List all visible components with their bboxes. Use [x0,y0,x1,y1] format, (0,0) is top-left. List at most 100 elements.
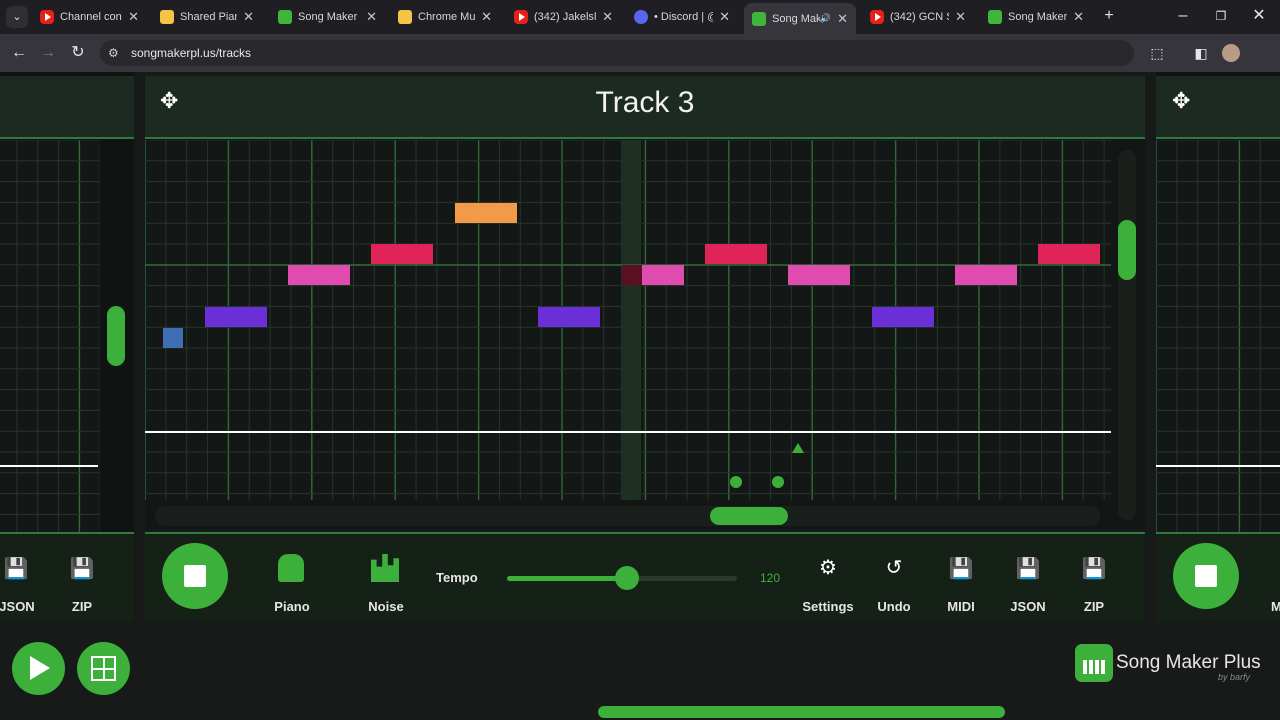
close-window-icon[interactable]: ✕ [1248,5,1270,27]
move-track-icon[interactable]: ✥ [160,88,178,114]
shared-piano-icon [160,10,174,24]
tempo-label: Tempo [436,570,478,585]
song-maker-icon [278,10,292,24]
left-scrollbar-thumb[interactable] [107,306,125,366]
note-block[interactable] [622,265,642,285]
note-block[interactable] [1038,244,1100,264]
chrome-music-lab-icon [398,10,412,24]
song-maker-icon [752,11,766,26]
browser-tab[interactable]: Chrome Musi ✕ [390,4,500,30]
note-block[interactable] [788,265,850,285]
note-block[interactable] [371,244,433,264]
piano-label[interactable]: Piano [252,599,332,614]
note-block[interactable] [642,265,684,285]
playhead-column [621,140,641,500]
note-block[interactable] [205,307,267,327]
right-track-grid [1156,140,1280,532]
zip-label[interactable]: ZIP [1054,599,1134,614]
browser-tab[interactable]: Shared Piano ✕ [152,4,262,30]
percussion-dot[interactable] [772,476,784,488]
note-grid[interactable] [145,140,1111,500]
noise-label[interactable]: Noise [346,599,426,614]
browser-tab[interactable]: Song Maker P ✕ [270,4,385,30]
tab-label: (342) JakelsN [534,11,597,23]
tab-search-icon[interactable]: ⌄ [6,6,28,28]
back-icon[interactable]: ← [8,42,30,64]
grid-icon [91,656,116,681]
tempo-value: 120 [760,571,781,585]
piano-icon[interactable] [278,554,304,582]
tab-label: Chrome Musi [418,11,476,23]
reload-icon[interactable]: ↻ [67,42,89,64]
logo-keys [1083,660,1105,674]
vertical-scrollbar-track [1118,150,1136,520]
note-block[interactable] [872,307,934,327]
save-json-icon[interactable]: 💾 [1008,556,1048,581]
tab-label: (342) GCN Sh [890,11,949,23]
note-block[interactable] [163,328,183,348]
stop-icon [184,565,206,587]
browser-tab[interactable]: • Discord | @ ✕ [626,4,738,30]
youtube-icon [514,10,528,24]
right-partial-label: M [1271,599,1280,614]
close-tab-icon[interactable]: ✕ [243,9,254,25]
extensions-icon[interactable]: ⬚ [1146,42,1168,64]
note-block[interactable] [288,265,350,285]
site-info-icon[interactable]: ⚙ [108,46,119,60]
save-json-icon[interactable]: 💾 [0,556,36,581]
vertical-scrollbar-thumb[interactable] [1118,220,1136,280]
close-tab-icon[interactable]: ✕ [602,9,613,25]
save-zip-icon[interactable]: 💾 [1074,556,1114,581]
brand-byline: by barfy [1218,672,1251,682]
minimize-icon[interactable]: – [1172,5,1194,27]
maximize-icon[interactable]: ❐ [1210,5,1232,27]
note-block[interactable] [705,244,767,264]
close-tab-icon[interactable]: ✕ [1073,9,1084,25]
percussion-dot[interactable] [730,476,742,488]
browser-tab-bar: ⌄ Channel cont✕Shared Piano✕Song Maker P… [0,0,1280,34]
url-text: songmakerpl.us/tracks [131,46,252,60]
address-bar[interactable] [100,40,1134,66]
horizontal-scrollbar-track [155,506,1100,526]
tab-label: Shared Piano [180,11,237,23]
youtube-icon [40,10,54,24]
browser-tab[interactable]: Song Maker P ✕ [980,4,1092,30]
youtube-icon [870,10,884,24]
brand-name: Song Maker Plus [1116,652,1261,673]
page-scrollbar-thumb[interactable] [598,706,1005,718]
close-tab-icon[interactable]: ✕ [837,11,848,27]
close-tab-icon[interactable]: ✕ [481,9,492,25]
tab-label: Song Maker P [298,11,360,23]
profile-avatar[interactable] [1222,44,1240,62]
tempo-slider-knob[interactable] [614,566,639,590]
note-block[interactable] [455,203,517,223]
note-block[interactable] [955,265,1017,285]
forward-icon[interactable]: → [37,42,59,64]
horizontal-scrollbar-thumb[interactable] [710,507,788,525]
stop-icon [1195,565,1217,587]
close-tab-icon[interactable]: ✕ [719,9,730,25]
zip-left-label[interactable]: ZIP [42,599,122,614]
browser-tab[interactable]: (342) GCN Sh ✕ [862,4,974,30]
close-tab-icon[interactable]: ✕ [955,9,966,25]
undo-icon[interactable]: ↺ [874,555,914,580]
move-right-track-icon[interactable]: ✥ [1172,88,1190,114]
new-tab-icon[interactable]: + [1098,5,1120,27]
tab-label: Channel cont [60,11,123,23]
settings-icon[interactable]: ⚙ [808,555,848,580]
tab-audio-icon[interactable]: 🔊 [820,13,831,24]
close-tab-icon[interactable]: ✕ [366,9,377,25]
play-icon [30,656,50,680]
left-track-header [0,76,134,139]
song-maker-icon [988,10,1002,24]
save-zip-icon[interactable]: 💾 [62,556,102,581]
browser-tab[interactable]: Channel cont ✕ [32,4,147,30]
tempo-slider-fill [507,576,627,581]
side-panel-icon[interactable]: ◧ [1190,42,1212,64]
note-block[interactable] [538,307,600,327]
browser-tab[interactable]: Song Mak 🔊 ✕ [744,3,856,34]
tab-label: Song Mak [772,12,820,25]
close-tab-icon[interactable]: ✕ [128,9,139,25]
save-midi-icon[interactable]: 💾 [941,556,981,581]
browser-tab[interactable]: (342) JakelsN ✕ [506,4,621,30]
